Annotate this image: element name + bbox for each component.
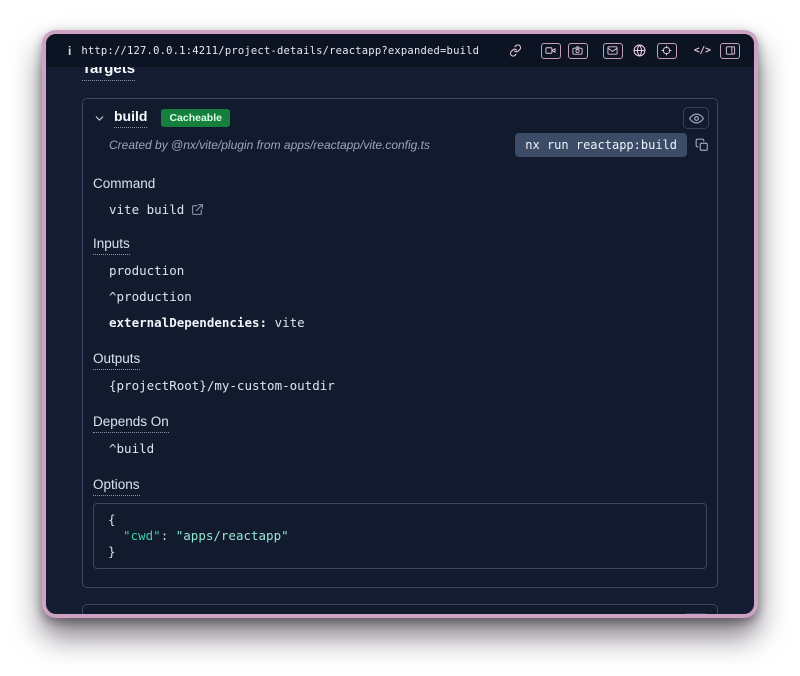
serve-target-card: serve vite serve xyxy=(82,604,718,614)
toolbar-icons: </> xyxy=(506,43,740,59)
link-icon[interactable] xyxy=(506,43,526,59)
url-text[interactable]: http://127.0.0.1:4211/project-details/re… xyxy=(81,45,479,57)
serve-card-header[interactable]: serve vite serve xyxy=(83,605,717,614)
view-target-button[interactable] xyxy=(683,613,709,614)
depends-on-label: Depends On xyxy=(93,414,707,430)
external-deps-key: externalDependencies: xyxy=(109,315,267,330)
desktop-background: i http://127.0.0.1:4211/project-details/… xyxy=(0,0,800,676)
options-label: Options xyxy=(93,477,707,493)
mail-icon[interactable] xyxy=(603,43,623,59)
copy-command-button[interactable] xyxy=(695,138,709,152)
options-code-block: { "cwd": "apps/reactapp" } xyxy=(93,503,707,569)
external-link-icon[interactable] xyxy=(191,203,204,216)
globe-icon[interactable] xyxy=(630,43,650,59)
command-value-row: vite build xyxy=(109,202,707,217)
command-label: Command xyxy=(93,176,707,192)
view-target-button[interactable] xyxy=(683,107,709,129)
command-value: vite build xyxy=(109,202,184,217)
cacheable-badge: Cacheable xyxy=(161,109,230,127)
external-deps-value: vite xyxy=(267,315,305,330)
build-card-sections: Command vite build Inputs produc xyxy=(83,176,717,587)
camera-icon[interactable] xyxy=(568,43,588,59)
build-target-card: build Cacheable Created by @nx/vite/plug… xyxy=(82,98,718,588)
page-content: Targets build Cacheable xyxy=(46,67,754,614)
chevron-down-icon[interactable] xyxy=(93,112,106,125)
targets-heading: Targets xyxy=(82,67,718,78)
json-value-cwd: "apps/reactapp" xyxy=(176,528,289,543)
target-name[interactable]: build xyxy=(114,108,147,128)
info-icon: i xyxy=(68,44,71,58)
copy-icon xyxy=(695,138,709,152)
run-command-chip: nx run reactapp:build xyxy=(515,133,687,157)
browser-viewport: i http://127.0.0.1:4211/project-details/… xyxy=(46,34,754,614)
created-by-text: Created by @nx/vite/plugin from apps/rea… xyxy=(109,138,430,152)
crosshair-icon[interactable] xyxy=(657,43,677,59)
url-bar: i http://127.0.0.1:4211/project-details/… xyxy=(46,34,754,67)
json-key-cwd: "cwd" xyxy=(108,528,161,543)
build-card-meta: Created by @nx/vite/plugin from apps/rea… xyxy=(83,129,717,157)
depends-on-item: ^build xyxy=(109,440,707,458)
inputs-label: Inputs xyxy=(93,236,707,252)
eye-icon xyxy=(689,111,704,126)
input-item: production xyxy=(109,262,707,280)
video-icon[interactable] xyxy=(541,43,561,59)
input-item: ^production xyxy=(109,288,707,306)
output-item: {projectRoot}/my-custom-outdir xyxy=(109,377,707,395)
input-item-external-deps: externalDependencies: vite xyxy=(109,314,707,332)
sidebar-icon[interactable] xyxy=(720,43,740,59)
outputs-label: Outputs xyxy=(93,351,707,367)
browser-window: i http://127.0.0.1:4211/project-details/… xyxy=(42,30,758,618)
build-card-header[interactable]: build Cacheable xyxy=(83,99,717,129)
code-icon[interactable]: </> xyxy=(692,43,713,59)
